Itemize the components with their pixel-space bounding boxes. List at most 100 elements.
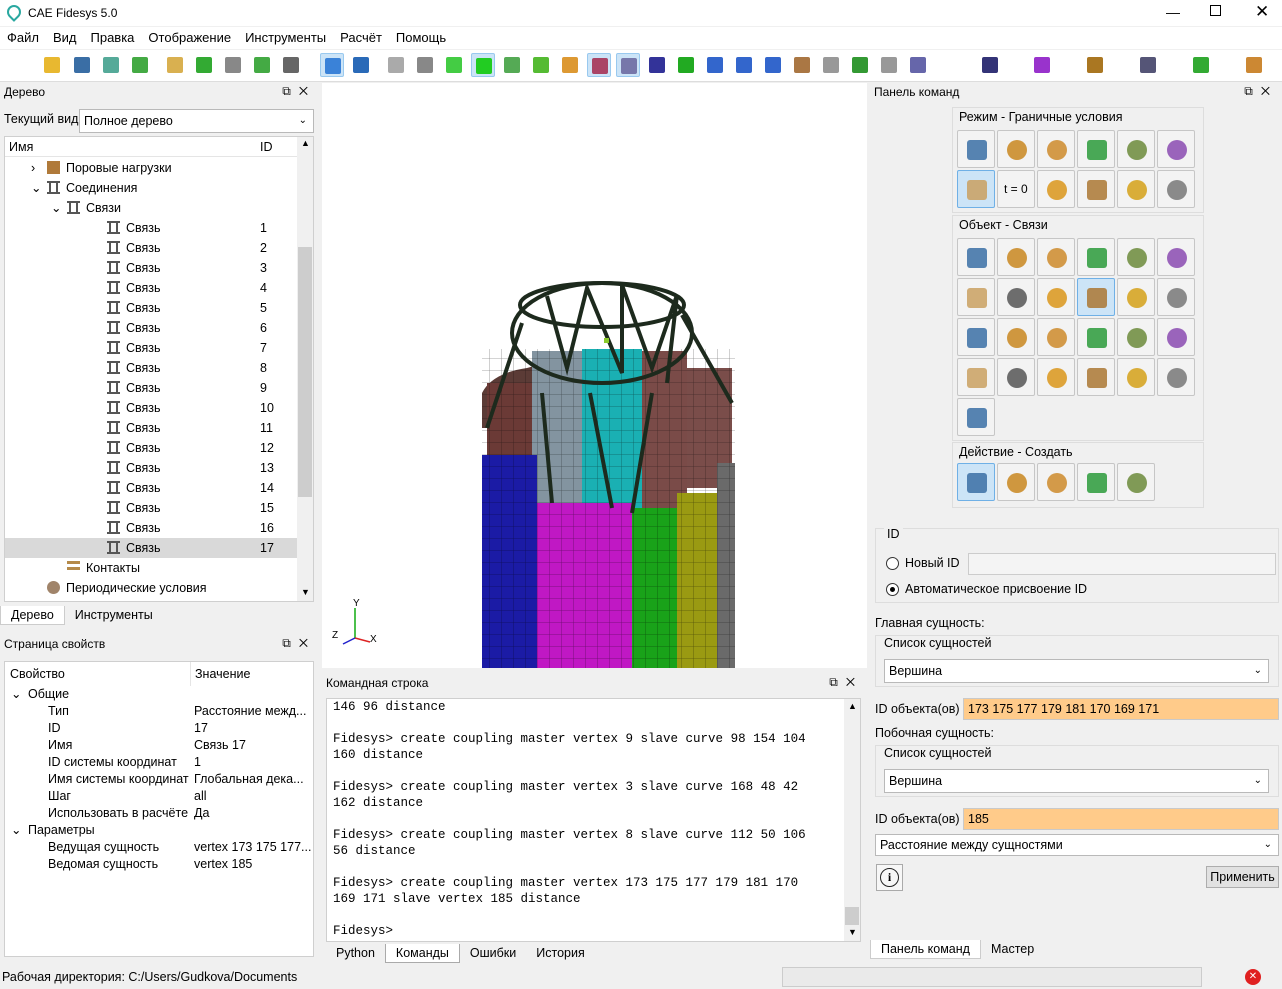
toolbar-button[interactable] bbox=[529, 53, 553, 77]
tree-item[interactable]: Связь 13 bbox=[5, 458, 297, 478]
expand-icon[interactable]: ⌄ bbox=[31, 178, 41, 198]
toolbar-button[interactable] bbox=[1030, 53, 1054, 77]
tables-button[interactable] bbox=[1037, 170, 1075, 208]
toolbar-button[interactable] bbox=[674, 53, 698, 77]
tree-item[interactable]: Связь 6 bbox=[5, 318, 297, 338]
tree-item[interactable]: Связь 3 bbox=[5, 258, 297, 278]
tree-item[interactable]: Периодические условия bbox=[5, 578, 297, 598]
analysis-button[interactable] bbox=[1157, 170, 1195, 208]
toolbar-button[interactable] bbox=[413, 53, 437, 77]
angular-velocity-button[interactable] bbox=[997, 278, 1035, 316]
float-icon[interactable]: ⧉ bbox=[829, 675, 846, 689]
new-id-field[interactable] bbox=[968, 553, 1276, 575]
toolbar-button[interactable] bbox=[906, 53, 930, 77]
apply-button[interactable]: Применить bbox=[1206, 866, 1279, 888]
coupling-button[interactable] bbox=[957, 238, 995, 276]
toolbar-button[interactable] bbox=[703, 53, 727, 77]
toolbar-button[interactable] bbox=[70, 53, 94, 77]
edit-button[interactable] bbox=[1077, 463, 1115, 501]
toolbar-button[interactable] bbox=[819, 53, 843, 77]
toolbar-button[interactable] bbox=[1136, 53, 1160, 77]
tab-history[interactable]: История bbox=[526, 944, 594, 962]
tree-item[interactable]: Контакты bbox=[5, 558, 297, 578]
point-source-button[interactable] bbox=[1157, 318, 1195, 356]
tab-tools[interactable]: Инструменты bbox=[65, 606, 163, 624]
scroll-down-icon[interactable]: ▼ bbox=[301, 587, 310, 597]
close-icon[interactable]: ✕ bbox=[299, 84, 316, 98]
spring-button[interactable] bbox=[1117, 278, 1155, 316]
slave-id-field[interactable]: 185 bbox=[963, 808, 1279, 830]
geometry-button[interactable] bbox=[957, 130, 995, 168]
menu-file[interactable]: Файл bbox=[0, 27, 46, 48]
toolbar-button[interactable] bbox=[1242, 53, 1266, 77]
tree-item[interactable]: Связь 5 bbox=[5, 298, 297, 318]
tree-item[interactable]: Связь 11 bbox=[5, 418, 297, 438]
props-group[interactable]: ⌄ Параметры bbox=[5, 822, 313, 839]
boundary-conditions-button[interactable] bbox=[1037, 130, 1075, 168]
tab-python[interactable]: Python bbox=[326, 944, 385, 962]
toolbar-button[interactable] bbox=[128, 53, 152, 77]
scroll-thumb[interactable] bbox=[298, 247, 312, 497]
tree-item[interactable]: Связь 2 bbox=[5, 238, 297, 258]
toolbar-button[interactable] bbox=[10, 53, 34, 77]
toolbar-button[interactable] bbox=[790, 53, 814, 77]
toolbar-button[interactable] bbox=[250, 53, 274, 77]
coupling-mode-button[interactable] bbox=[957, 170, 995, 208]
scroll-up-icon[interactable]: ▲ bbox=[848, 701, 857, 711]
scroll-down-icon[interactable]: ▼ bbox=[848, 927, 857, 937]
toolbar-button[interactable] bbox=[1083, 53, 1107, 77]
expand-icon[interactable]: ⌄ bbox=[11, 822, 21, 839]
beam-end-button[interactable] bbox=[1157, 358, 1195, 396]
rigid-body-button[interactable] bbox=[1157, 238, 1195, 276]
heat-source-button[interactable] bbox=[1117, 318, 1155, 356]
coupling-type-select[interactable]: Расстояние между сущностями ⌄ bbox=[875, 834, 1279, 856]
initial-conditions-button[interactable]: t = 0 bbox=[997, 170, 1035, 208]
toolbar-button[interactable] bbox=[877, 53, 901, 77]
menu-help[interactable]: Помощь bbox=[389, 27, 453, 48]
toolbar-button[interactable] bbox=[1189, 53, 1213, 77]
close-icon[interactable]: ✕ bbox=[1255, 2, 1269, 22]
cmdline-output[interactable]: 146 96 distance Fidesys> create coupling … bbox=[326, 698, 861, 942]
tree-item[interactable]: Связь 16 bbox=[5, 518, 297, 538]
toolbar-button[interactable] bbox=[471, 53, 495, 77]
bending-button[interactable] bbox=[1117, 358, 1155, 396]
float-icon[interactable]: ⧉ bbox=[1244, 84, 1261, 98]
temperature-button[interactable] bbox=[957, 318, 995, 356]
toolbar-button[interactable] bbox=[192, 53, 216, 77]
menu-display[interactable]: Отображение bbox=[141, 27, 238, 48]
tree-item[interactable]: Связь 1 bbox=[5, 218, 297, 238]
float-icon[interactable]: ⧉ bbox=[282, 84, 299, 98]
radiation-button[interactable] bbox=[1077, 318, 1115, 356]
auto-id-radio[interactable] bbox=[886, 583, 899, 596]
props-row[interactable]: ID 17 bbox=[5, 720, 313, 737]
toolbar-button[interactable] bbox=[587, 53, 611, 77]
toolbar-button[interactable] bbox=[645, 53, 669, 77]
minimize-icon[interactable]: — bbox=[1166, 4, 1180, 20]
props-row[interactable]: Имя системы координат Глобальная дека... bbox=[5, 771, 313, 788]
toolbar-button[interactable] bbox=[500, 53, 524, 77]
toolbar-button[interactable] bbox=[163, 53, 187, 77]
props-row[interactable]: Тип Расстояние межд... bbox=[5, 703, 313, 720]
master-type-select[interactable]: Вершина ⌄ bbox=[884, 659, 1269, 683]
tree-item[interactable]: Связь 12 bbox=[5, 438, 297, 458]
new-id-radio[interactable] bbox=[886, 557, 899, 570]
create-button[interactable] bbox=[957, 463, 995, 501]
tree-item[interactable]: Связь 14 bbox=[5, 478, 297, 498]
tree-item[interactable]: ⌄ Соединения bbox=[5, 178, 297, 198]
scroll-thumb[interactable] bbox=[845, 907, 859, 925]
material-button[interactable] bbox=[1117, 130, 1155, 168]
expand-icon[interactable]: ⌄ bbox=[11, 686, 21, 703]
tree-item[interactable]: › Поровые нагрузки bbox=[5, 158, 297, 178]
modify-button[interactable] bbox=[997, 463, 1035, 501]
viewport-3d[interactable]: Y X Z bbox=[322, 83, 867, 668]
tree-item[interactable]: Связь 15 bbox=[5, 498, 297, 518]
centrifugal-button[interactable] bbox=[1077, 358, 1115, 396]
info-button[interactable]: i bbox=[876, 864, 903, 891]
gravity-button[interactable] bbox=[1117, 238, 1155, 276]
toolbar-button[interactable] bbox=[279, 53, 303, 77]
menu-calc[interactable]: Расчёт bbox=[333, 27, 389, 48]
cmd-scrollbar[interactable]: ▲ ▼ bbox=[844, 699, 860, 941]
mesh-button[interactable] bbox=[997, 130, 1035, 168]
menu-view[interactable]: Вид bbox=[46, 27, 84, 48]
toolbar-button[interactable] bbox=[732, 53, 756, 77]
